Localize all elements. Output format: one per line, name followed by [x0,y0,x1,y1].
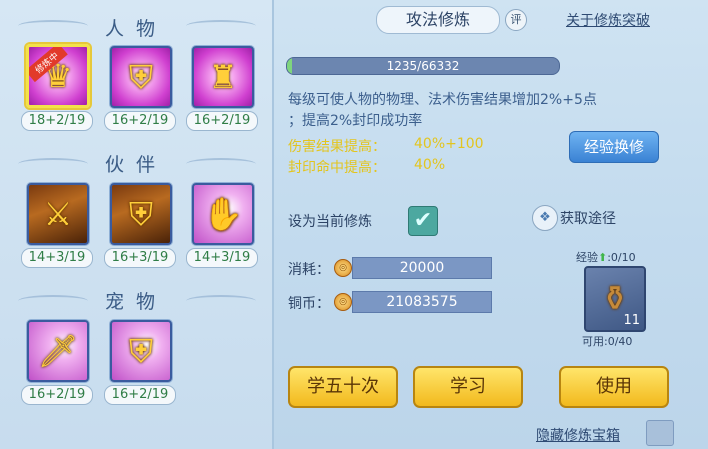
use-button[interactable]: 使用 [559,366,669,408]
section-title-character: 人物 [104,18,167,40]
stat2-label: 封印命中提高： [288,160,386,176]
character-skill-1-level: 18+2/19 [21,111,93,131]
description-line-1: 每级可使人物的物理、法术伤害结果增加2%+5点 [288,92,597,108]
get-source-label: 获取途径 [560,211,616,227]
partner-skill-2-slot[interactable]: ⛨ [110,183,172,245]
cultivation-window: 人物 ♛ 修炼中 ⛨ ♜ 18+2/19 16+2/19 16+2/19 伙伴 … [0,0,708,449]
partner-skill-3-slot[interactable]: ✋ [192,183,254,245]
partner-skill-1-level: 14+3/19 [21,248,93,268]
cultivation-title: 攻法修炼 [376,6,500,34]
hide-box-checkbox[interactable] [646,420,674,446]
stat1-label: 伤害结果提高： [288,139,386,155]
partner-skill-3-level: 14+3/19 [186,248,258,268]
pet-skill-1-icon: 🗡 [37,332,79,370]
exp-counter: 经验⬆:0/10 [576,249,636,265]
available-count: 可用:0/40 [582,335,633,348]
cost-label: 消耗： [288,262,330,278]
checkmark-icon: ✔ [413,208,433,233]
cultivation-description: 每级可使人物的物理、法术伤害结果增加2%+5点 ；提高2%封印成功率 [288,90,668,132]
copper-label: 铜币： [288,296,330,312]
set-current-label: 设为当前修炼 [288,214,372,230]
skill-list-panel: 人物 ♛ 修炼中 ⛨ ♜ 18+2/19 16+2/19 16+2/19 伙伴 … [0,0,274,449]
section-title-pet: 宠物 [104,291,167,313]
pet-skill-2-level: 16+2/19 [104,385,176,405]
pet-skill-2-icon: ⛨ [128,331,153,370]
stat1-value: 40%+100 [414,136,484,152]
partner-skill-1-slot[interactable]: ⚔ [27,183,89,245]
up-arrow-icon: ⬆ [598,251,608,264]
cost-value: 20000 [352,257,492,279]
get-source-button[interactable]: ❖ 获取途径 [532,205,616,231]
partner-skill-2-level: 16+3/19 [104,248,176,268]
book-icon: ❖ [532,205,558,231]
copper-value: 21083575 [352,291,492,313]
character-skill-2-level: 16+2/19 [104,111,176,131]
coin-icon: ◎ [334,293,352,311]
pet-skill-1-level: 16+2/19 [21,385,93,405]
character-skill-2-icon: ⛨ [128,57,153,96]
pet-skill-2-slot[interactable]: ⛨ [110,320,172,382]
character-skill-3-level: 16+2/19 [186,111,258,131]
exp-progress-text: 1235/66332 [386,59,460,73]
stat2-value: 40% [414,157,446,173]
learn-button[interactable]: 学习 [413,366,523,408]
character-skill-3-icon: ♜ [208,58,238,96]
character-skill-1-slot[interactable]: ♛ 修炼中 [26,44,90,108]
cultivation-detail-panel: 攻法修炼 评 关于修炼突破 1235/66332 每级可使人物的物理、法术伤害结… [274,0,708,449]
coin-icon: ◎ [334,259,352,277]
exp-counter-label: 经验 [576,251,598,264]
description-line-2: ；提高2%封印成功率 [288,113,423,129]
pet-skill-1-slot[interactable]: 🗡 [27,320,89,382]
character-skill-2-slot[interactable]: ⛨ [110,46,172,108]
character-skill-3-slot[interactable]: ♜ [192,46,254,108]
section-title-partner: 伙伴 [104,154,167,176]
exp-progress-bar: 1235/66332 [286,57,560,75]
partner-skill-2-icon: ⛨ [128,194,153,233]
learn-fifty-button[interactable]: 学五十次 [288,366,398,408]
exp-counter-value: :0/10 [607,251,636,264]
hide-box-label: 隐藏修炼宝箱 [536,428,620,444]
partner-skill-3-icon: ✋ [203,195,243,233]
partner-skill-1-icon: ⚔ [43,195,73,233]
item-count: 11 [623,313,640,328]
rate-icon[interactable]: 评 [505,9,527,31]
cultivation-item-slot[interactable]: ⚱ 11 [584,266,646,332]
set-current-checkbox[interactable]: ✔ [408,206,438,236]
exchange-exp-button[interactable]: 经验换修 [569,131,659,163]
breakthrough-link[interactable]: 关于修炼突破 [566,10,650,30]
